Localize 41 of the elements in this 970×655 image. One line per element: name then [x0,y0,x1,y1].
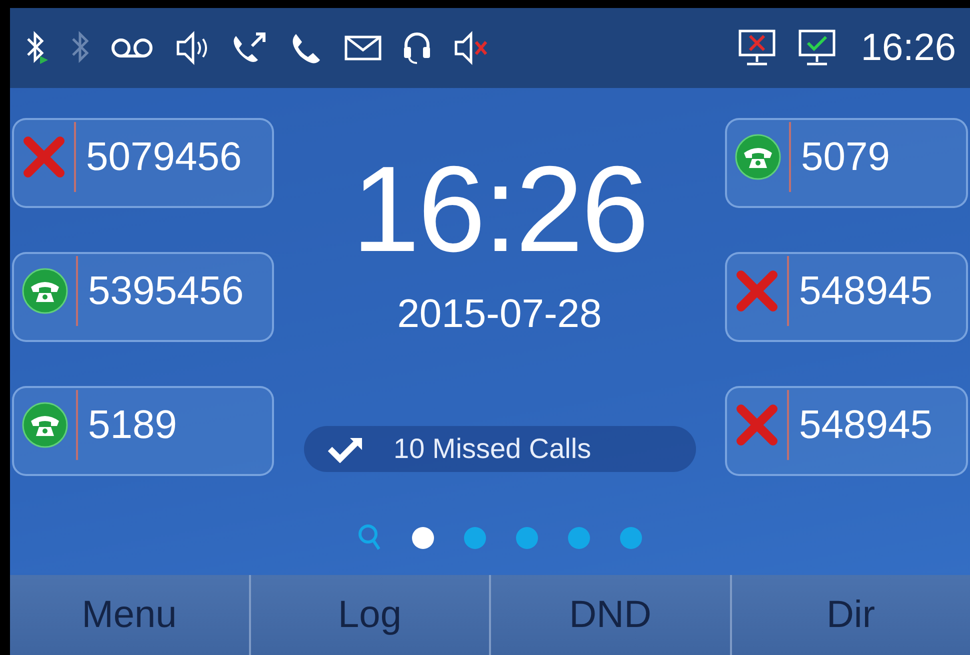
phone-number: 548945 [799,268,932,315]
call-key[interactable]: 548945 [725,252,968,342]
softkey[interactable]: Dir [732,575,970,655]
headset-icon [402,30,432,66]
monitor-check-icon [796,28,837,68]
call-key[interactable]: 548945 [725,386,968,476]
status-time: 16:26 [860,26,956,70]
call-key[interactable]: 5079 [725,118,968,208]
phone-icon [735,134,781,180]
call-key[interactable]: 5395456 [12,252,274,342]
phone-number: 548945 [799,402,932,449]
search-icon[interactable] [358,524,382,552]
page-dot[interactable] [620,527,642,549]
cross-icon [735,403,779,447]
clock-time: 16:26 [352,148,648,270]
cross-icon [735,269,779,313]
softkey[interactable]: DND [491,575,732,655]
monitor-error-icon [736,28,777,68]
softkey[interactable]: Log [250,575,491,655]
phone-icon [22,402,68,448]
page-dot[interactable] [412,527,434,549]
phone-number: 5395456 [88,268,244,315]
softkey[interactable]: Menu [10,575,250,655]
missed-call-icon [328,435,364,463]
call-key[interactable]: 5079456 [12,118,274,208]
cross-icon [22,135,66,179]
missed-calls-notification[interactable]: 10 Missed Calls [304,426,696,472]
bluetooth-icon [24,30,50,66]
page-dot[interactable] [516,527,538,549]
notification-text: 10 Missed Calls [394,432,592,466]
ringer-icon [174,30,210,66]
call-key[interactable]: 5189 [12,386,274,476]
clock-date: 2015-07-28 [397,291,602,338]
phone-icon [22,268,68,314]
phone-number: 5189 [88,402,177,449]
page-dot[interactable] [464,527,486,549]
envelope-icon [344,34,382,62]
phone-number: 5079 [801,134,890,181]
phone-number: 5079456 [86,134,242,181]
voicemail-icon [110,36,154,60]
page-dot[interactable] [568,527,590,549]
